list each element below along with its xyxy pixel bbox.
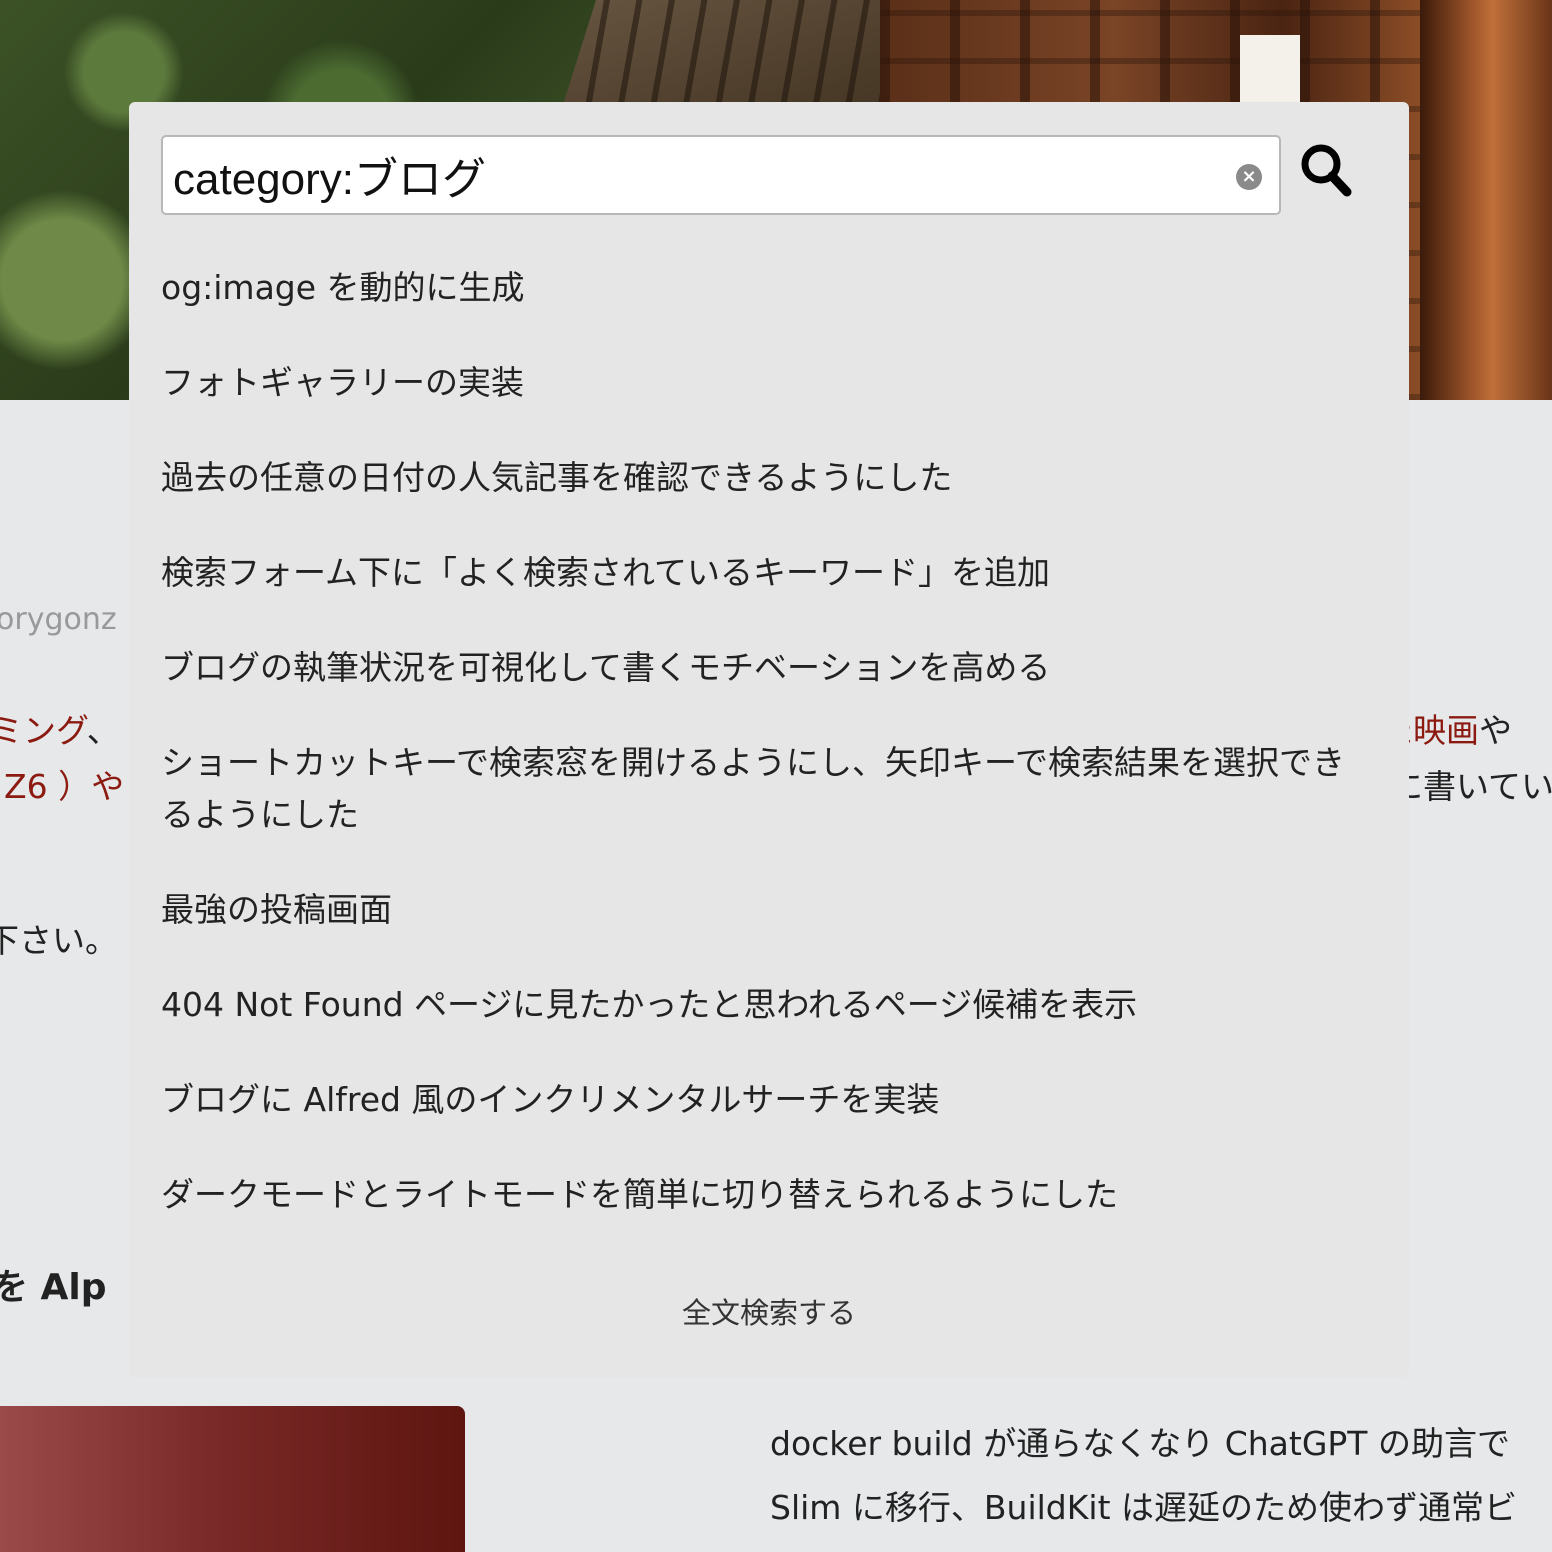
excerpt-line: docker build が通らなくなり ChatGPT の助言で <box>770 1424 1510 1463</box>
search-result-item[interactable]: 過去の任意の日付の人気記事を確認できるようにした <box>161 452 1361 504</box>
article-heading[interactable]: を Alp <box>0 1258 107 1310</box>
search-result-item[interactable]: ブログに Alfred 風のインクリメンタルサーチを実装 <box>161 1074 1361 1126</box>
bio-line-2-right: に書いてい <box>1390 767 1552 806</box>
bio-link-programming[interactable]: ミング <box>0 711 87 750</box>
search-field: × <box>161 135 1281 215</box>
clear-icon[interactable]: × <box>1236 164 1262 190</box>
search-result-item[interactable]: 最強の投稿画面 <box>161 884 1361 936</box>
search-results: og:image を動的に生成 フォトギャラリーの実装 過去の任意の日付の人気記… <box>161 262 1361 1264</box>
search-result-item[interactable]: 404 Not Found ページに見たかったと思われるページ候補を表示 <box>161 979 1361 1031</box>
bio-text: 、 <box>86 711 120 750</box>
search-result-item[interactable]: フォトギャラリーの実装 <box>161 357 1361 409</box>
hero-pillar <box>1420 0 1552 400</box>
search-icon <box>1301 144 1352 197</box>
search-result-item[interactable]: ブログの執筆状況を可視化して書くモチベーションを高める <box>161 642 1361 694</box>
search-button[interactable] <box>1299 142 1355 202</box>
author-name: orygonz <box>0 602 117 637</box>
search-result-item[interactable]: 検索フォーム下に「よく検索されているキーワード」を追加 <box>161 547 1361 599</box>
search-modal: × og:image を動的に生成 フォトギャラリーの実装 過去の任意の日付の人… <box>129 102 1409 1378</box>
bio-link-z6[interactable]: Z6 ）や <box>4 760 124 808</box>
search-input[interactable] <box>173 137 1213 213</box>
bio-text-right: や <box>1479 711 1512 750</box>
search-result-item[interactable]: og:image を動的に生成 <box>161 262 1361 314</box>
bio-line-1: ミング、 <box>0 704 120 752</box>
search-result-item[interactable]: ダークモードとライトモードを簡単に切り替えられるようにした <box>161 1169 1361 1221</box>
article-thumbnail[interactable] <box>0 1406 465 1552</box>
excerpt-line: Slim に移行、BuildKit は遅延のため使わず通常ビ <box>770 1488 1517 1527</box>
search-result-item[interactable]: ショートカットキーで検索窓を開けるようにし、矢印キーで検索結果を選択できるように… <box>161 737 1361 841</box>
bio-line-3: 下さい。 <box>0 921 118 960</box>
article-excerpt: docker build が通らなくなり ChatGPT の助言で Slim に… <box>770 1412 1552 1540</box>
fulltext-search-link[interactable]: 全文検索する <box>129 1290 1409 1332</box>
